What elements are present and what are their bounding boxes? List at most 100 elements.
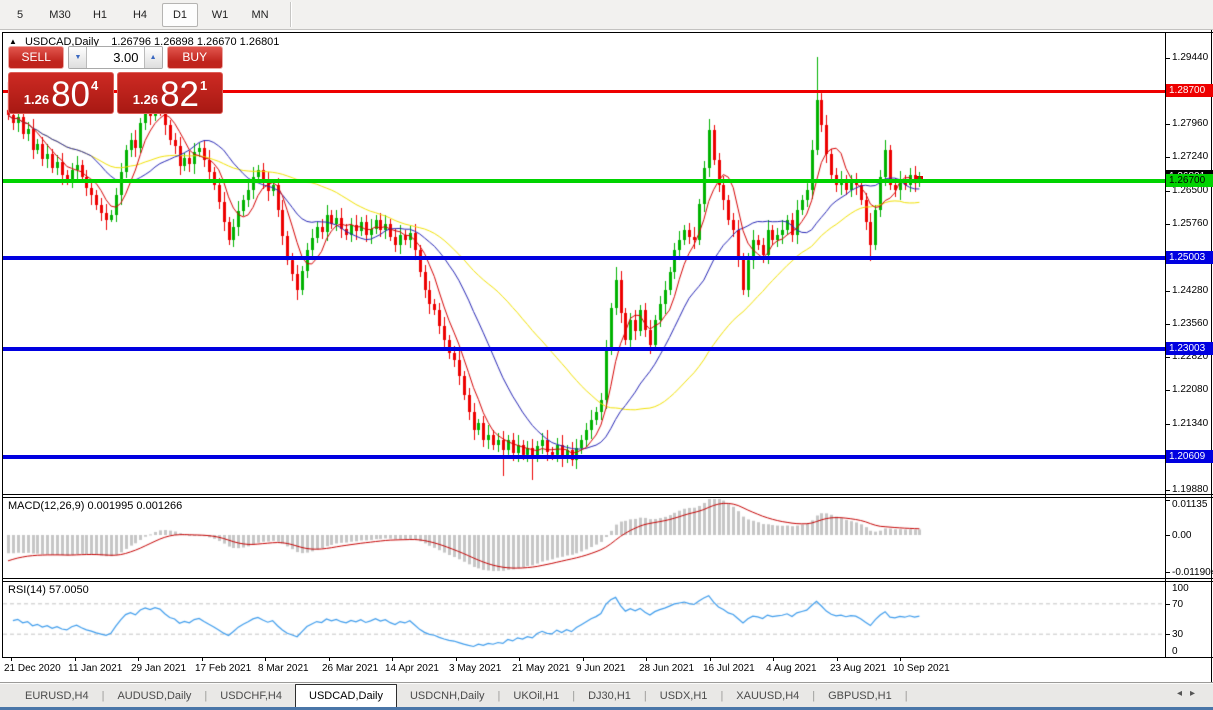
price-level-badge: 1.26700 <box>1166 174 1213 187</box>
rsi-axis-label: 0 <box>1172 646 1178 657</box>
buy-button[interactable]: BUY <box>167 46 223 69</box>
pane-border <box>2 657 1213 658</box>
price-level-badge: 1.25003 <box>1166 251 1213 264</box>
tab-usdcad[interactable]: USDCAD,Daily <box>295 684 397 708</box>
time-axis-tick <box>138 657 139 661</box>
horizontal-level-line[interactable] <box>3 179 1165 183</box>
tab-usdchf[interactable]: USDCHF,H4 <box>207 684 295 708</box>
sell-price-pip: 4 <box>91 73 98 93</box>
macd-indicator-label: MACD(12,26,9) 0.001995 0.001266 <box>8 500 182 512</box>
price-axis-label: 1.19880 <box>1172 484 1208 495</box>
time-axis-label: 14 Apr 2021 <box>385 663 439 674</box>
horizontal-level-line[interactable] <box>3 347 1165 351</box>
macd-axis-label: 0.01135 <box>1172 499 1207 510</box>
time-axis-tick <box>646 657 647 661</box>
timeframe-button-w1[interactable]: W1 <box>202 3 238 27</box>
buy-price-prefix: 1.26 <box>133 92 158 107</box>
price-axis-tick <box>1166 58 1170 59</box>
time-axis-tick <box>900 657 901 661</box>
time-axis-tick <box>519 657 520 661</box>
collapse-triangle-icon[interactable]: ▲ <box>9 37 17 46</box>
time-axis-label: 8 Mar 2021 <box>258 663 309 674</box>
rsi-axis-label: 30 <box>1172 629 1183 640</box>
time-axis-tick <box>583 657 584 661</box>
macd-axis-label: -0.011904 <box>1172 567 1213 578</box>
price-axis-tick <box>1166 191 1170 192</box>
time-axis-tick <box>710 657 711 661</box>
time-axis-label: 4 Aug 2021 <box>766 663 817 674</box>
tab-gbpusd[interactable]: GBPUSD,H1 <box>815 684 905 708</box>
price-axis-label: 1.25760 <box>1172 218 1208 229</box>
time-axis-tick <box>773 657 774 661</box>
tab-audusd[interactable]: AUDUSD,Daily <box>104 684 204 708</box>
sell-price-prefix: 1.26 <box>24 92 49 107</box>
price-axis-tick <box>1166 424 1170 425</box>
rsi-axis-tick <box>1166 604 1170 605</box>
macd-axis-tick <box>1166 572 1170 573</box>
pane-border <box>2 32 1213 33</box>
one-click-trading-panel: SELL ▼ ▲ BUY 1.26 80 4 1.26 82 1 <box>8 46 223 114</box>
price-axis-label: 1.21340 <box>1172 418 1208 429</box>
time-axis-label: 28 Jun 2021 <box>639 663 694 674</box>
tab-dj30[interactable]: DJ30,H1 <box>575 684 644 708</box>
timeframe-button-h4[interactable]: H4 <box>122 3 158 27</box>
price-axis-label: 1.23560 <box>1172 318 1208 329</box>
tab-separator: | <box>905 684 908 708</box>
time-axis-tick <box>392 657 393 661</box>
rsi-axis-label: 70 <box>1172 599 1183 610</box>
time-axis-label: 21 Dec 2020 <box>4 663 61 674</box>
tab-usdcnh[interactable]: USDCNH,Daily <box>397 684 498 708</box>
sell-price-button[interactable]: 1.26 80 4 <box>8 72 114 114</box>
tab-ukoil[interactable]: UKOil,H1 <box>500 684 572 708</box>
pane-border <box>2 32 3 658</box>
tab-usdx[interactable]: USDX,H1 <box>647 684 721 708</box>
rsi-axis-tick <box>1166 581 1170 582</box>
timeframe-button-d1[interactable]: D1 <box>162 3 198 27</box>
price-axis-tick <box>1166 157 1170 158</box>
price-axis-tick <box>1166 357 1170 358</box>
time-axis-tick <box>265 657 266 661</box>
sell-price-digits: 80 <box>51 77 90 112</box>
time-axis-tick <box>75 657 76 661</box>
buy-price-button[interactable]: 1.26 82 1 <box>117 72 223 114</box>
pane-divider[interactable] <box>2 578 1213 579</box>
volume-increase-button[interactable]: ▲ <box>144 47 162 68</box>
timeframe-toolbar: 5M30H1H4D1W1MN <box>0 0 1213 30</box>
price-axis-tick <box>1166 291 1170 292</box>
tab-scroll-arrows[interactable]: ◂▸ <box>1177 688 1203 699</box>
time-axis-tick <box>202 657 203 661</box>
price-level-badge: 1.28700 <box>1166 84 1213 97</box>
timeframe-button-5[interactable]: 5 <box>2 3 38 27</box>
mt4-terminal-window: 5M30H1H4D1W1MN ▲ USDCAD,Daily 1.26796 1.… <box>0 0 1213 710</box>
horizontal-level-line[interactable] <box>3 455 1165 459</box>
volume-input[interactable] <box>87 47 143 68</box>
time-axis-label: 29 Jan 2021 <box>131 663 186 674</box>
sell-button[interactable]: SELL <box>8 46 64 69</box>
macd-axis-tick <box>1166 535 1170 536</box>
pane-divider[interactable] <box>2 497 1213 498</box>
rsi-axis-tick <box>1166 657 1170 658</box>
tab-scroll-left-icon[interactable]: ◂ <box>1177 688 1190 699</box>
tab-eurusd[interactable]: EURUSD,H4 <box>12 684 102 708</box>
macd-axis-label: 0.00 <box>1172 530 1191 541</box>
time-axis-tick <box>837 657 838 661</box>
price-level-badge: 1.23003 <box>1166 342 1213 355</box>
time-axis-label: 16 Jul 2021 <box>703 663 755 674</box>
tab-xauusd[interactable]: XAUUSD,H4 <box>723 684 812 708</box>
horizontal-level-line[interactable] <box>3 256 1165 260</box>
timeframe-button-mn[interactable]: MN <box>242 3 278 27</box>
pane-divider[interactable] <box>2 494 1213 495</box>
price-axis-tick <box>1166 124 1170 125</box>
time-axis-label: 10 Sep 2021 <box>893 663 950 674</box>
timeframe-button-m30[interactable]: M30 <box>42 3 78 27</box>
price-axis-tick <box>1166 390 1170 391</box>
timeframe-button-h1[interactable]: H1 <box>82 3 118 27</box>
rsi-indicator-label: RSI(14) 57.0050 <box>8 584 89 596</box>
price-level-badge: 1.20609 <box>1166 450 1213 463</box>
volume-decrease-button[interactable]: ▼ <box>69 47 87 68</box>
buy-price-pip: 1 <box>200 73 207 93</box>
price-axis-label: 1.27960 <box>1172 118 1208 129</box>
pane-divider[interactable] <box>2 581 1213 582</box>
tab-scroll-right-icon[interactable]: ▸ <box>1190 688 1203 699</box>
macd-axis-tick <box>1166 500 1170 501</box>
